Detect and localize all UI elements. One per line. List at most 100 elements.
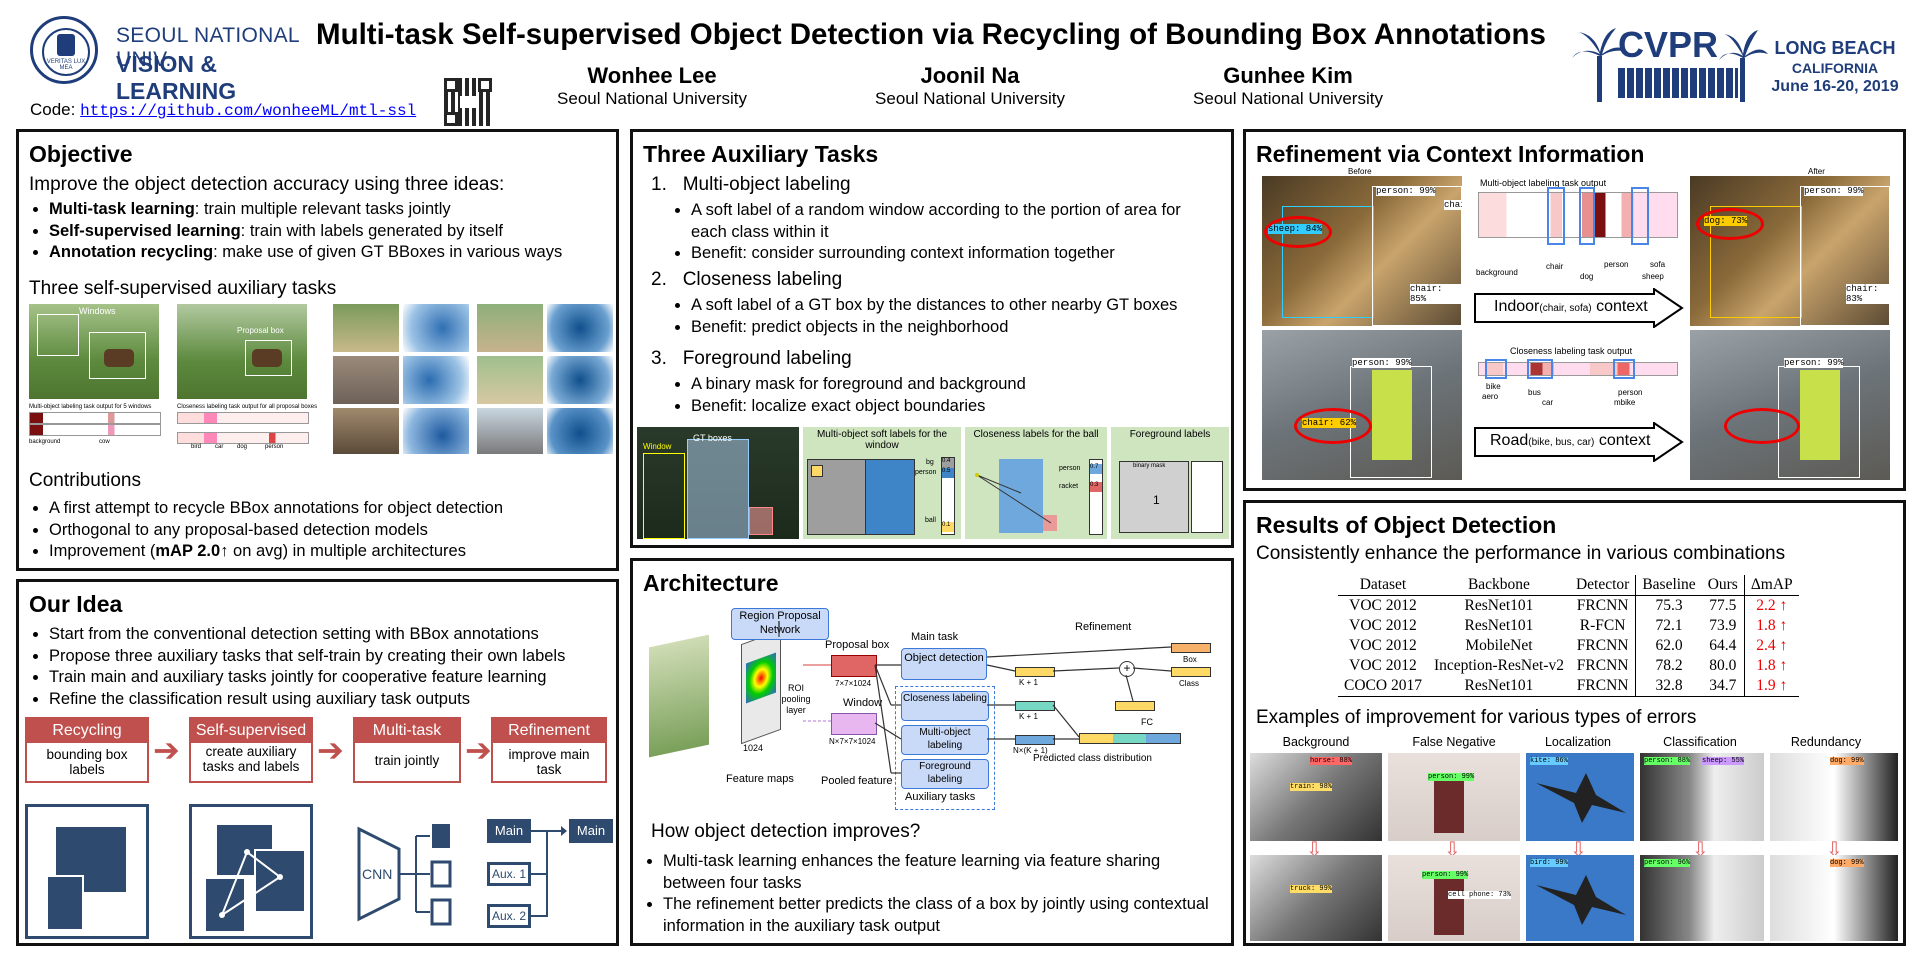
fig-windows-label: Windows — [79, 306, 116, 316]
list-item: A first attempt to recycle BBox annotati… — [49, 498, 629, 520]
error-type-label: Localization — [1544, 735, 1611, 749]
table-cell: MobileNet — [1465, 637, 1533, 654]
author-affiliation: Seoul National University — [875, 89, 1065, 108]
mo-output-bar — [1478, 187, 1678, 245]
task-name: Multi-object labeling — [682, 174, 851, 195]
col-header: Baseline — [1642, 576, 1696, 593]
qr-code[interactable] — [444, 78, 492, 126]
det-label: chair: 83% — [1846, 284, 1890, 304]
cls-before-photo: person: 88% sheep: 55% — [1640, 753, 1764, 841]
det-label: truck: 99% — [1290, 885, 1333, 893]
indoor-before-photo: person: 99% chai sheep: 84% chair: 85% — [1262, 176, 1462, 326]
list-item: Annotation recycling: make use of given … — [49, 242, 629, 264]
fig-bg-label: bg — [926, 459, 934, 466]
list-item: Start from the conventional detection se… — [49, 624, 634, 646]
fig-label-person: person — [265, 444, 284, 450]
error-type-label: Redundancy — [1790, 735, 1862, 749]
multiobject-figure: Windows Multi-object labeling task outpu… — [29, 304, 169, 454]
cvpr-text: CVPR — [1618, 24, 1719, 65]
photo-yard — [333, 304, 399, 352]
mask-room — [403, 408, 469, 454]
architecture-arrows — [778, 621, 1172, 774]
indoor-ctx: context — [1591, 298, 1648, 315]
close-label-mbike: mbike — [1614, 398, 1636, 407]
table-cell: 80.0 — [1701, 656, 1745, 676]
det-label: person: 96% — [1644, 859, 1691, 867]
det-label: horse: 88% — [1310, 757, 1353, 765]
table-cell: 2.2 ↑ — [1756, 597, 1788, 614]
col-header: ΔmAP — [1750, 576, 1793, 593]
fig-label-background: background — [29, 439, 61, 445]
task-2: 2. Closeness labeling A soft label of a … — [651, 269, 1221, 338]
objective-title: Objective — [29, 141, 133, 167]
fn-before-photo: person: 99% — [1388, 753, 1520, 841]
main-output-box: Main — [569, 819, 613, 843]
cvpr-place1: LONG BEACH — [1774, 38, 1896, 58]
code-label: Code: — [30, 100, 76, 119]
mo-label-chair: chair — [1546, 262, 1564, 271]
before-label: Before — [1348, 167, 1372, 176]
table-row: COCO 2017 ResNet101 FRCNN 32.8 34.7 1.9 ↑ — [1338, 676, 1799, 697]
foreground-figure — [333, 304, 613, 454]
step-head: Self-supervised — [191, 719, 311, 743]
table-cell: 77.5 — [1701, 595, 1745, 616]
det-label: person: 99% — [1352, 358, 1412, 368]
list-item: A binary mask for foreground and backgro… — [691, 374, 1221, 396]
det-label: person: 88% — [1644, 757, 1691, 765]
fig-label-car: car — [215, 444, 224, 450]
refine-illustration: Main Aux. 1 Aux. 2 Main — [487, 804, 617, 939]
code-url-link[interactable]: https://github.com/wonheeML/mtl-ssl — [80, 102, 416, 120]
aux-subtitle: Three self-supervised auxiliary tasks — [29, 278, 337, 299]
author-3: Gunhee Kim Seoul National University — [1188, 63, 1388, 109]
snu-lab: VISION & LEARNING — [116, 51, 237, 104]
road-before-photo: person: 99% chair: 62% — [1262, 330, 1462, 480]
list-item: Multi-task learning: train multiple rele… — [49, 199, 629, 221]
list-item: Benefit: consider surrounding context in… — [691, 243, 1221, 265]
step-refinement: Refinement improve main task — [491, 717, 607, 783]
close-output-label: Closeness labeling task output — [1510, 346, 1633, 356]
task-1: 1. Multi-object labeling A soft label of… — [651, 174, 1221, 265]
table-cell: 75.3 — [1655, 597, 1683, 614]
cvpr-logo: CVPR LONG BEACH CALIFORNIA June 16-20, 2… — [1570, 24, 1910, 104]
refinement-title: Refinement via Context Information — [1256, 141, 1645, 167]
photo-dogs — [477, 356, 543, 404]
architecture-panel: Architecture 1024 Feature maps Region Pr… — [630, 558, 1234, 946]
close-label-person: person — [1618, 388, 1643, 397]
table-cell: FRCNN — [1569, 595, 1637, 616]
close-label-car: car — [1542, 398, 1554, 407]
table-cell: 32.8 — [1655, 677, 1683, 694]
idea-title: Our Idea — [29, 591, 123, 617]
fig-label-dog: dog — [237, 444, 248, 450]
table-cell: ResNet101 — [1464, 677, 1534, 694]
list-item: A soft label of a random window accordin… — [691, 200, 1221, 243]
cls-after-photo: person: 96% — [1640, 855, 1764, 941]
author-1: Wonhee Lee Seoul National University — [552, 63, 752, 109]
mask-horse — [547, 304, 613, 352]
objective-intro: Improve the object detection accuracy us… — [29, 174, 505, 195]
road-context-arrow: Road(bike, bus, car) context — [1474, 422, 1684, 462]
table-cell: COCO 2017 — [1344, 677, 1422, 694]
bg-before-photo: horse: 88% train: 98% — [1250, 753, 1382, 841]
closeness-labels-fig: Closeness labels for the ball person rac… — [965, 427, 1107, 539]
ideas-list: Multi-task learning: train multiple rele… — [29, 199, 629, 264]
photo-room — [333, 408, 399, 454]
det-label: person: 99% — [1428, 773, 1475, 781]
table-cell: VOC 2012 — [1349, 657, 1417, 674]
photo-horse — [477, 304, 543, 352]
task-num: 2. — [651, 269, 667, 290]
cow-photo: Windows — [29, 304, 159, 399]
table-cell: VOC 2012 — [1349, 597, 1417, 614]
graph-illustration — [189, 804, 313, 939]
det-label: kite: 86% — [1530, 757, 1568, 765]
task-3: 3. Foreground labeling A binary mask for… — [651, 348, 1221, 417]
how-list: Multi-task learning enhances the feature… — [643, 851, 1223, 937]
road-main: Road — [1490, 432, 1529, 449]
det-label: sheep: 55% — [1702, 757, 1745, 765]
table-cell: VOC 2012 — [1349, 637, 1417, 654]
error-type-label: Classification — [1663, 735, 1737, 749]
list-item: Train main and auxiliary tasks jointly f… — [49, 667, 634, 689]
boxes-illustration — [25, 804, 149, 939]
step-body: train jointly — [374, 753, 440, 768]
step-body: create auxiliary tasks and labels — [202, 744, 300, 774]
refinement-panel: Refinement via Context Information Befor… — [1243, 129, 1906, 491]
